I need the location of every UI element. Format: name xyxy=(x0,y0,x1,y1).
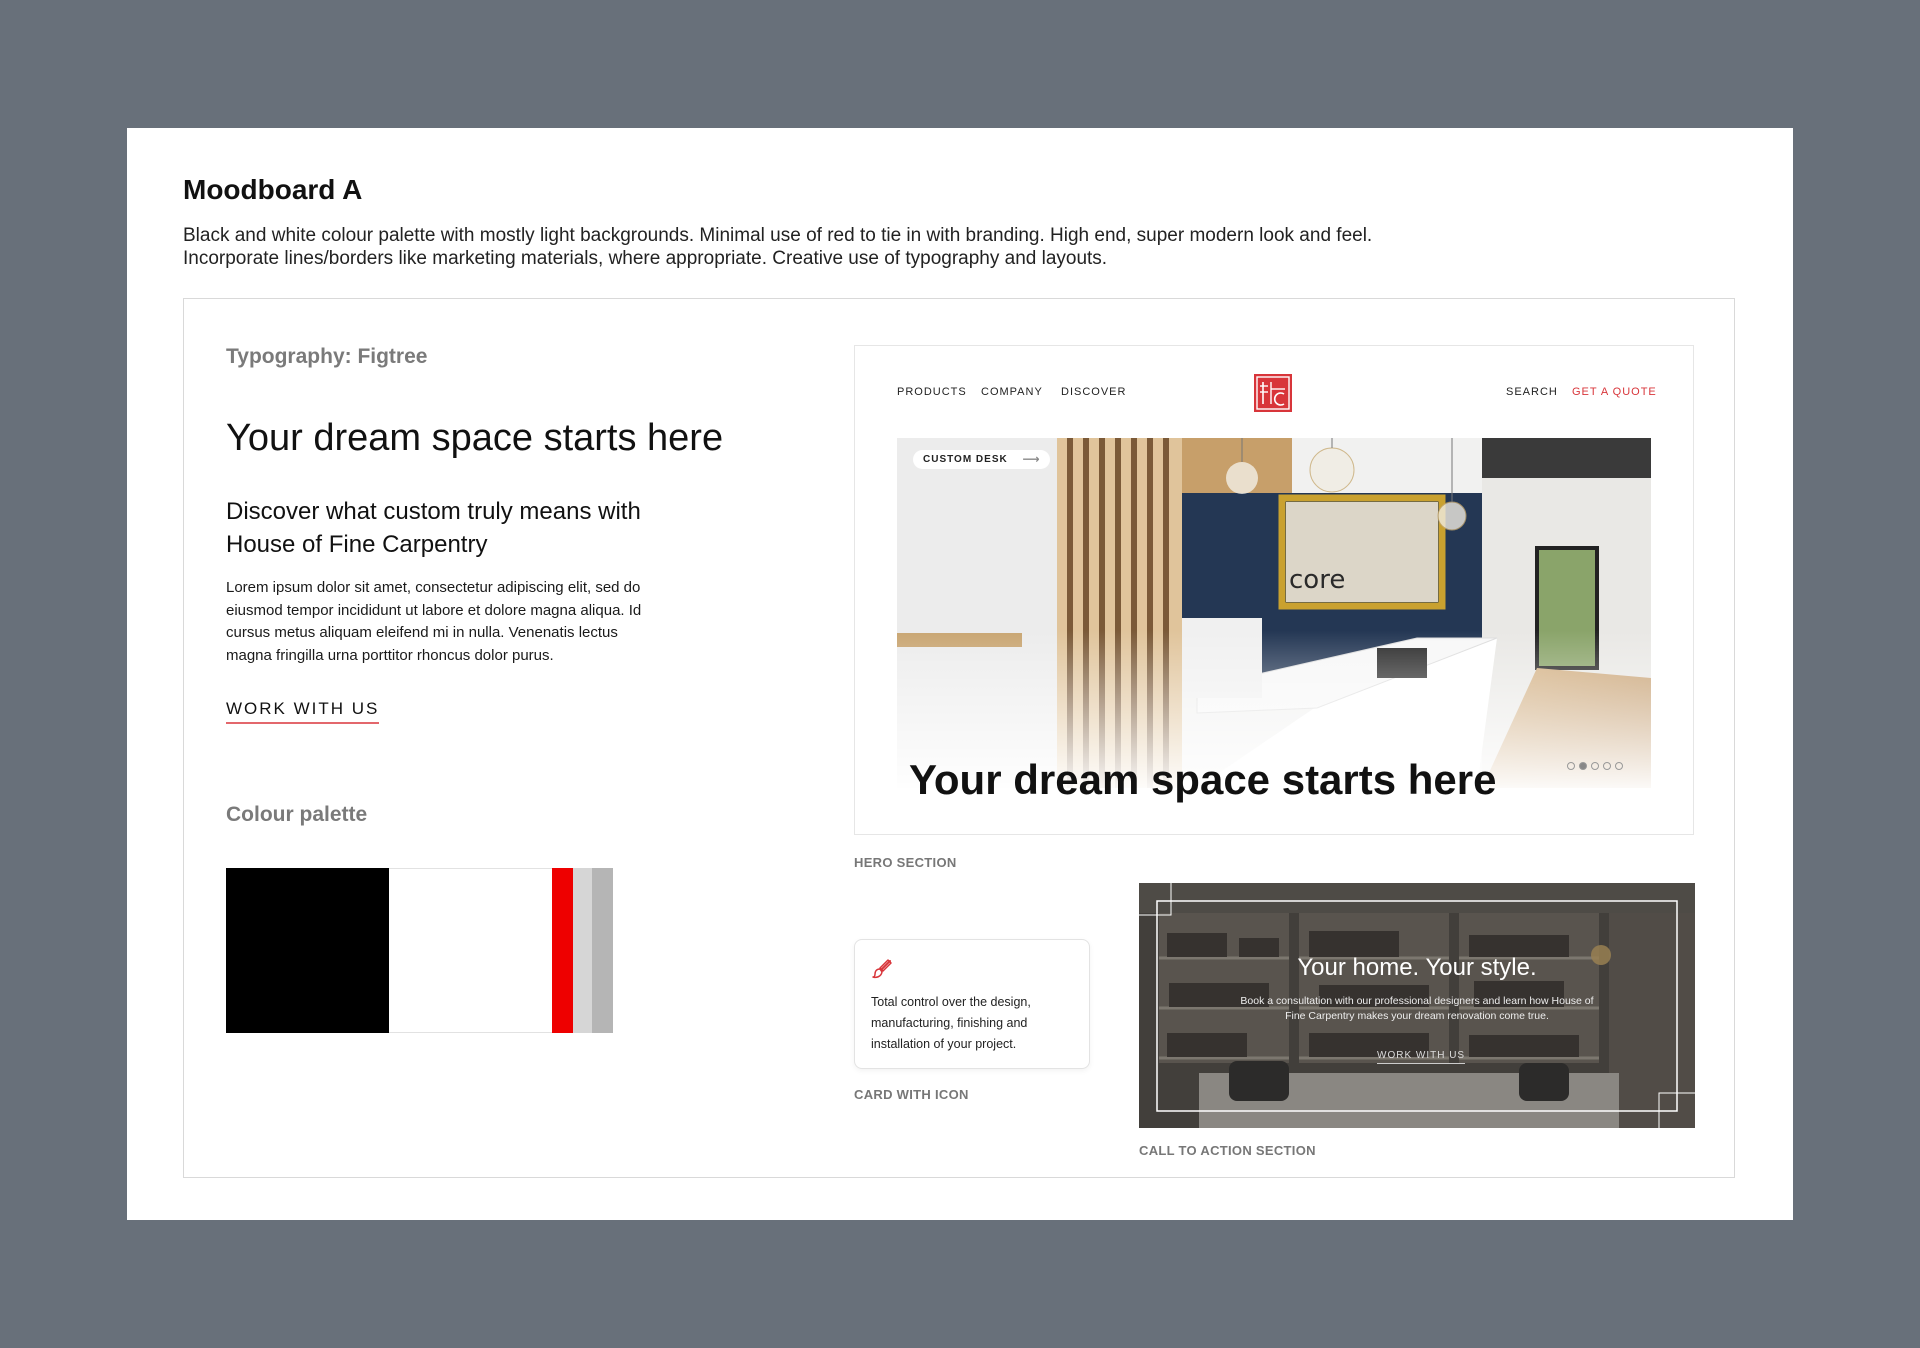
slide-dot[interactable] xyxy=(1579,762,1587,770)
typography-label: Typography: Figtree xyxy=(226,345,428,368)
swatch-white xyxy=(389,868,552,1033)
cta-caption: CALL TO ACTION SECTION xyxy=(1139,1143,1316,1158)
typography-body: Lorem ipsum dolor sit amet, consectetur … xyxy=(226,579,642,664)
hero-section-mockup: PRODUCTS COMPANY DISCOVER SEARCH GET A Q… xyxy=(854,345,1694,835)
swatch-red xyxy=(552,868,573,1033)
slide-dot[interactable] xyxy=(1603,762,1611,770)
moodboard-description: Black and white colour palette with most… xyxy=(183,225,1373,269)
moodboard-frame: Typography: Figtree Your dream space sta… xyxy=(183,298,1735,1178)
palette-label: Colour palette xyxy=(226,803,368,826)
feature-card-text: Total control over the design, manufactu… xyxy=(871,995,1031,1051)
hero-section-caption: HERO SECTION xyxy=(854,855,957,870)
nav-products[interactable]: PRODUCTS xyxy=(897,386,967,398)
swatch-light-grey xyxy=(573,868,592,1033)
arrow-right-icon: ⟶ xyxy=(1022,452,1041,466)
typography-heading-1: Your dream space starts here xyxy=(226,417,724,459)
work-with-us-link[interactable]: WORK WITH US xyxy=(226,699,380,724)
slide-dot[interactable] xyxy=(1591,762,1599,770)
hero-image: core xyxy=(897,438,1651,788)
call-to-action-mockup: Your home. Your style. Book a consultati… xyxy=(1139,883,1695,1128)
moodboard-title: Moodboard A xyxy=(183,174,363,205)
slide-dots xyxy=(1567,762,1623,770)
slide-dot[interactable] xyxy=(1615,762,1623,770)
cta-work-with-us-link[interactable]: WORK WITH US xyxy=(1377,1050,1466,1064)
custom-desk-label: CUSTOM DESK xyxy=(923,454,1008,465)
card-caption: CARD WITH ICON xyxy=(854,1087,969,1102)
brand-logo-icon[interactable] xyxy=(1254,374,1292,412)
nav-discover[interactable]: DISCOVER xyxy=(1061,386,1126,398)
swatch-black xyxy=(226,868,389,1033)
moodboard: Moodboard A Black and white colour palet… xyxy=(127,128,1793,1220)
cta-headline: Your home. Your style. xyxy=(1297,954,1537,981)
cta-body: Book a consultation with our professiona… xyxy=(1240,995,1594,1022)
swatch-grey xyxy=(592,868,613,1033)
slide-dot[interactable] xyxy=(1567,762,1575,770)
paintbrush-icon xyxy=(872,959,892,979)
nav-get-a-quote[interactable]: GET A QUOTE xyxy=(1572,386,1657,398)
nav-search[interactable]: SEARCH xyxy=(1506,386,1558,398)
typography-heading-2: Discover what custom truly means with Ho… xyxy=(226,498,641,558)
colour-palette xyxy=(226,868,613,1033)
feature-card[interactable]: Total control over the design, manufactu… xyxy=(854,939,1090,1069)
custom-desk-pill[interactable]: CUSTOM DESK ⟶ xyxy=(913,450,1050,469)
hero-headline: Your dream space starts here xyxy=(909,756,1497,803)
nav-company[interactable]: COMPANY xyxy=(981,386,1043,398)
